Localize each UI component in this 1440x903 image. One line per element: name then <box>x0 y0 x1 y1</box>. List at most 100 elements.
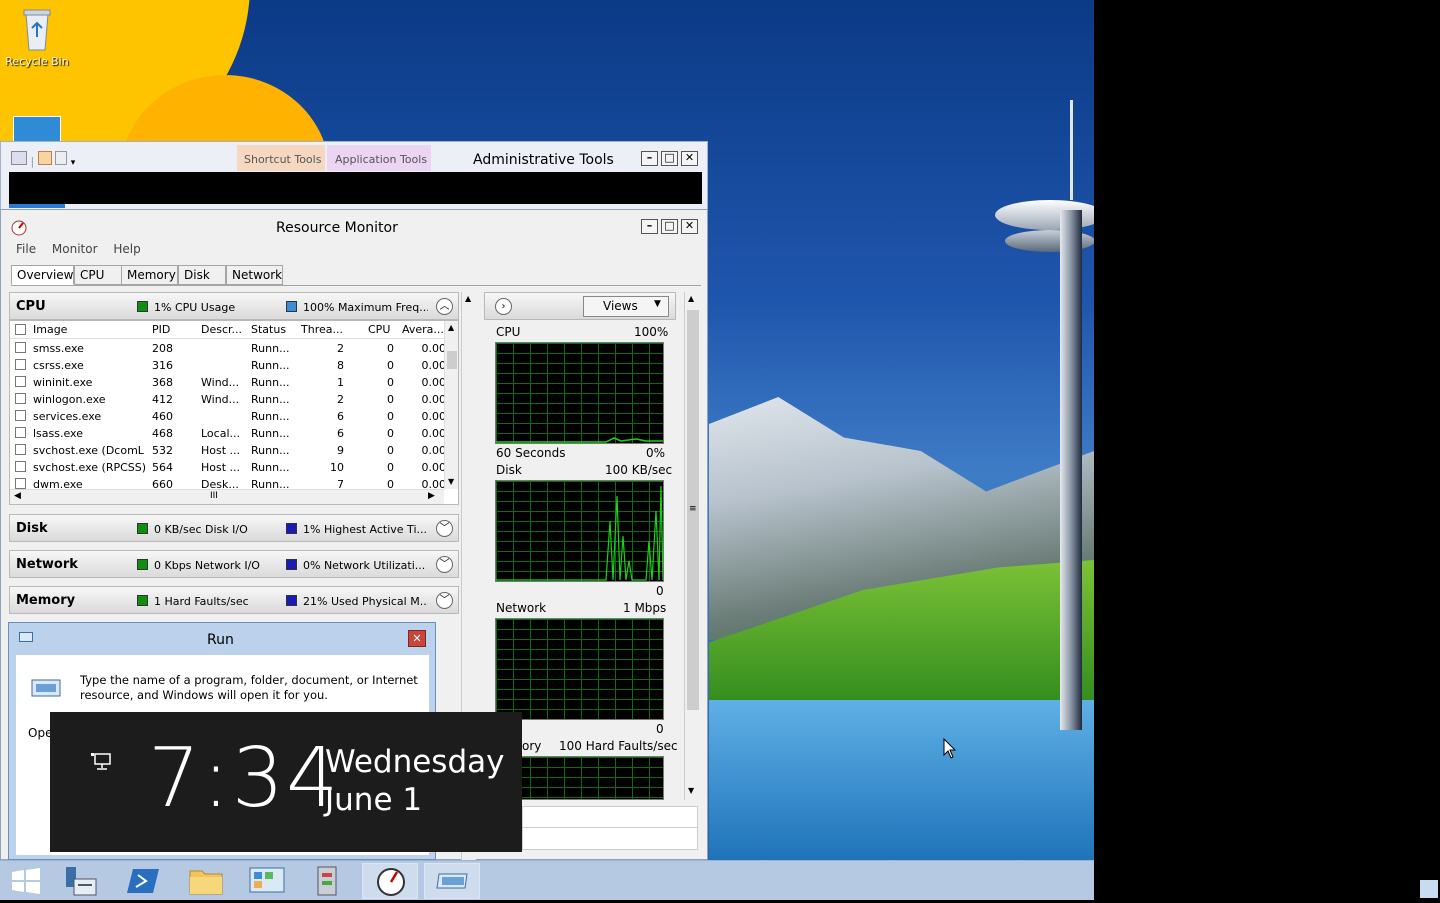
select-all-checkbox[interactable] <box>15 324 26 335</box>
chevron-up-icon[interactable]: ︿ <box>436 298 453 315</box>
scroll-down-icon[interactable]: ▼ <box>688 786 694 795</box>
row-checkbox[interactable] <box>15 461 26 472</box>
process-description: Local... <box>201 427 240 440</box>
cpu-process-table: Image PID Descr... Status Threa... CPU A… <box>9 320 459 505</box>
recycle-bin-desktop-icon[interactable]: Recycle Bin <box>4 6 70 68</box>
chevron-right-icon[interactable]: › <box>495 298 512 315</box>
horizontal-scrollbar[interactable]: ◀ III ▶ <box>10 489 444 504</box>
row-checkbox[interactable] <box>15 427 26 438</box>
table-row[interactable]: lsass.exe 468 Local... Runn... 6 0 0.00 <box>10 425 448 442</box>
process-status: Runn... <box>251 342 290 355</box>
process-average: 0.00 <box>421 410 447 423</box>
desktop-shortcut-icon[interactable] <box>13 116 61 142</box>
table-row[interactable]: wininit.exe 368 Wind... Runn... 1 0 0.00 <box>10 374 448 391</box>
file-explorer-button[interactable] <box>178 863 234 899</box>
graph-pane-scrollbar[interactable]: ▲ ≡ ▼ <box>684 292 700 800</box>
tab-disk[interactable]: Disk <box>178 265 226 285</box>
column-header-pid[interactable]: PID <box>152 323 170 336</box>
row-checkbox[interactable] <box>15 376 26 387</box>
disk-io-legend-swatch <box>137 523 148 534</box>
process-description: Host ... <box>201 444 241 457</box>
table-row[interactable]: csrss.exe 316 Runn... 8 0 0.00 <box>10 357 448 374</box>
menu-file[interactable]: File <box>16 242 36 256</box>
minimize-button[interactable]: – <box>641 219 658 234</box>
row-checkbox[interactable] <box>15 359 26 370</box>
new-folder-icon[interactable] <box>37 151 52 165</box>
powershell-button[interactable] <box>116 863 172 899</box>
run-taskbar-button[interactable] <box>424 863 480 899</box>
row-checkbox[interactable] <box>15 478 26 489</box>
scroll-up-icon[interactable]: ▲ <box>465 294 471 303</box>
control-panel-button[interactable] <box>240 863 296 899</box>
recycle-bin-label: Recycle Bin <box>5 55 69 68</box>
rename-icon[interactable] <box>55 151 68 165</box>
close-button[interactable]: ✕ <box>681 151 698 166</box>
ribbon-file-tab[interactable] <box>9 204 65 208</box>
menu-help[interactable]: Help <box>113 242 140 256</box>
ribbon-area <box>9 172 702 204</box>
table-row[interactable]: smss.exe 208 Runn... 2 0 0.00 <box>10 340 448 357</box>
row-checkbox[interactable] <box>15 410 26 421</box>
administrative-tools-button[interactable] <box>302 863 358 899</box>
server-manager-button[interactable] <box>54 863 110 899</box>
process-pid: 564 <box>152 461 173 474</box>
column-header-average[interactable]: Avera... <box>402 323 444 336</box>
properties-icon[interactable] <box>11 151 27 165</box>
vertical-scrollbar[interactable]: ▲ ▼ <box>444 321 458 489</box>
start-button[interactable] <box>0 863 56 899</box>
scroll-thumb[interactable] <box>447 351 457 369</box>
tab-shortcut-tools[interactable]: Shortcut Tools <box>237 145 325 171</box>
disk-section-header[interactable]: Disk 0 KB/sec Disk I/O 1% Highest Active… <box>9 514 459 542</box>
tab-overview[interactable]: Overview <box>11 265 74 285</box>
close-button[interactable]: ✕ <box>681 219 698 234</box>
process-image: wininit.exe <box>33 376 93 389</box>
chevron-down-icon[interactable]: ﹀ <box>436 592 453 609</box>
row-checkbox[interactable] <box>15 393 26 404</box>
network-section-header[interactable]: Network 0 Kbps Network I/O 0% Network Ut… <box>9 550 459 578</box>
scroll-left-icon[interactable]: ◀ <box>14 491 21 501</box>
process-cpu: 0 <box>387 461 394 474</box>
close-button[interactable]: ✕ <box>408 630 426 647</box>
table-row[interactable]: svchost.exe (DcomL... 532 Host ... Runn... 9… <box>10 442 448 459</box>
scroll-grip[interactable]: III <box>210 491 218 501</box>
clock-date: June 1 <box>325 782 423 818</box>
tab-memory[interactable]: Memory <box>121 265 178 285</box>
column-header-description[interactable]: Descr... <box>201 323 242 336</box>
table-row[interactable]: services.exe 460 Runn... 6 0 0.00 <box>10 408 448 425</box>
views-dropdown[interactable]: Views ▼ <box>583 296 669 317</box>
maximize-button[interactable]: □ <box>661 219 678 234</box>
process-status: Runn... <box>251 376 290 389</box>
wallpaper-lake <box>709 700 1094 860</box>
column-header-cpu[interactable]: CPU <box>368 323 390 336</box>
row-checkbox[interactable] <box>15 444 26 455</box>
scroll-down-icon[interactable]: ▼ <box>448 477 454 486</box>
column-header-threads[interactable]: Threa... <box>301 323 343 336</box>
column-header-image[interactable]: Image <box>33 323 67 336</box>
menu-monitor[interactable]: Monitor <box>52 242 98 256</box>
tab-application-tools[interactable]: Application Tools <box>327 145 431 171</box>
table-row[interactable]: svchost.exe (RPCSS) 564 Host ... Runn... 10 0… <box>10 459 448 476</box>
process-status: Runn... <box>251 427 290 440</box>
maximize-button[interactable]: □ <box>661 151 678 166</box>
chevron-down-icon[interactable]: ﹀ <box>436 556 453 573</box>
process-threads: 10 <box>330 461 344 474</box>
show-desktop-button[interactable] <box>1420 880 1438 898</box>
memory-section-header[interactable]: Memory 1 Hard Faults/sec 21% Used Physic… <box>9 586 459 614</box>
row-checkbox[interactable] <box>15 342 26 353</box>
tab-network[interactable]: Network <box>226 265 283 285</box>
scroll-right-icon[interactable]: ▶ <box>428 491 435 501</box>
network-util-legend-swatch <box>286 559 297 570</box>
scroll-up-icon[interactable]: ▲ <box>448 323 454 332</box>
resource-monitor-taskbar-button[interactable] <box>362 863 418 899</box>
mouse-cursor-icon <box>943 738 957 759</box>
process-pid: 460 <box>152 410 173 423</box>
chevron-down-icon[interactable]: ▾ <box>71 158 76 168</box>
table-row[interactable]: winlogon.exe 412 Wind... Runn... 2 0 0.00 <box>10 391 448 408</box>
cpu-section-header[interactable]: CPU 1% CPU Usage 100% Maximum Freq... ︿ <box>9 292 459 320</box>
minimize-button[interactable]: – <box>641 151 658 166</box>
scroll-up-icon[interactable]: ▲ <box>688 294 694 303</box>
run-icon <box>436 873 468 889</box>
chevron-down-icon[interactable]: ﹀ <box>436 520 453 537</box>
tab-cpu[interactable]: CPU <box>74 265 122 285</box>
column-header-status[interactable]: Status <box>251 323 286 336</box>
